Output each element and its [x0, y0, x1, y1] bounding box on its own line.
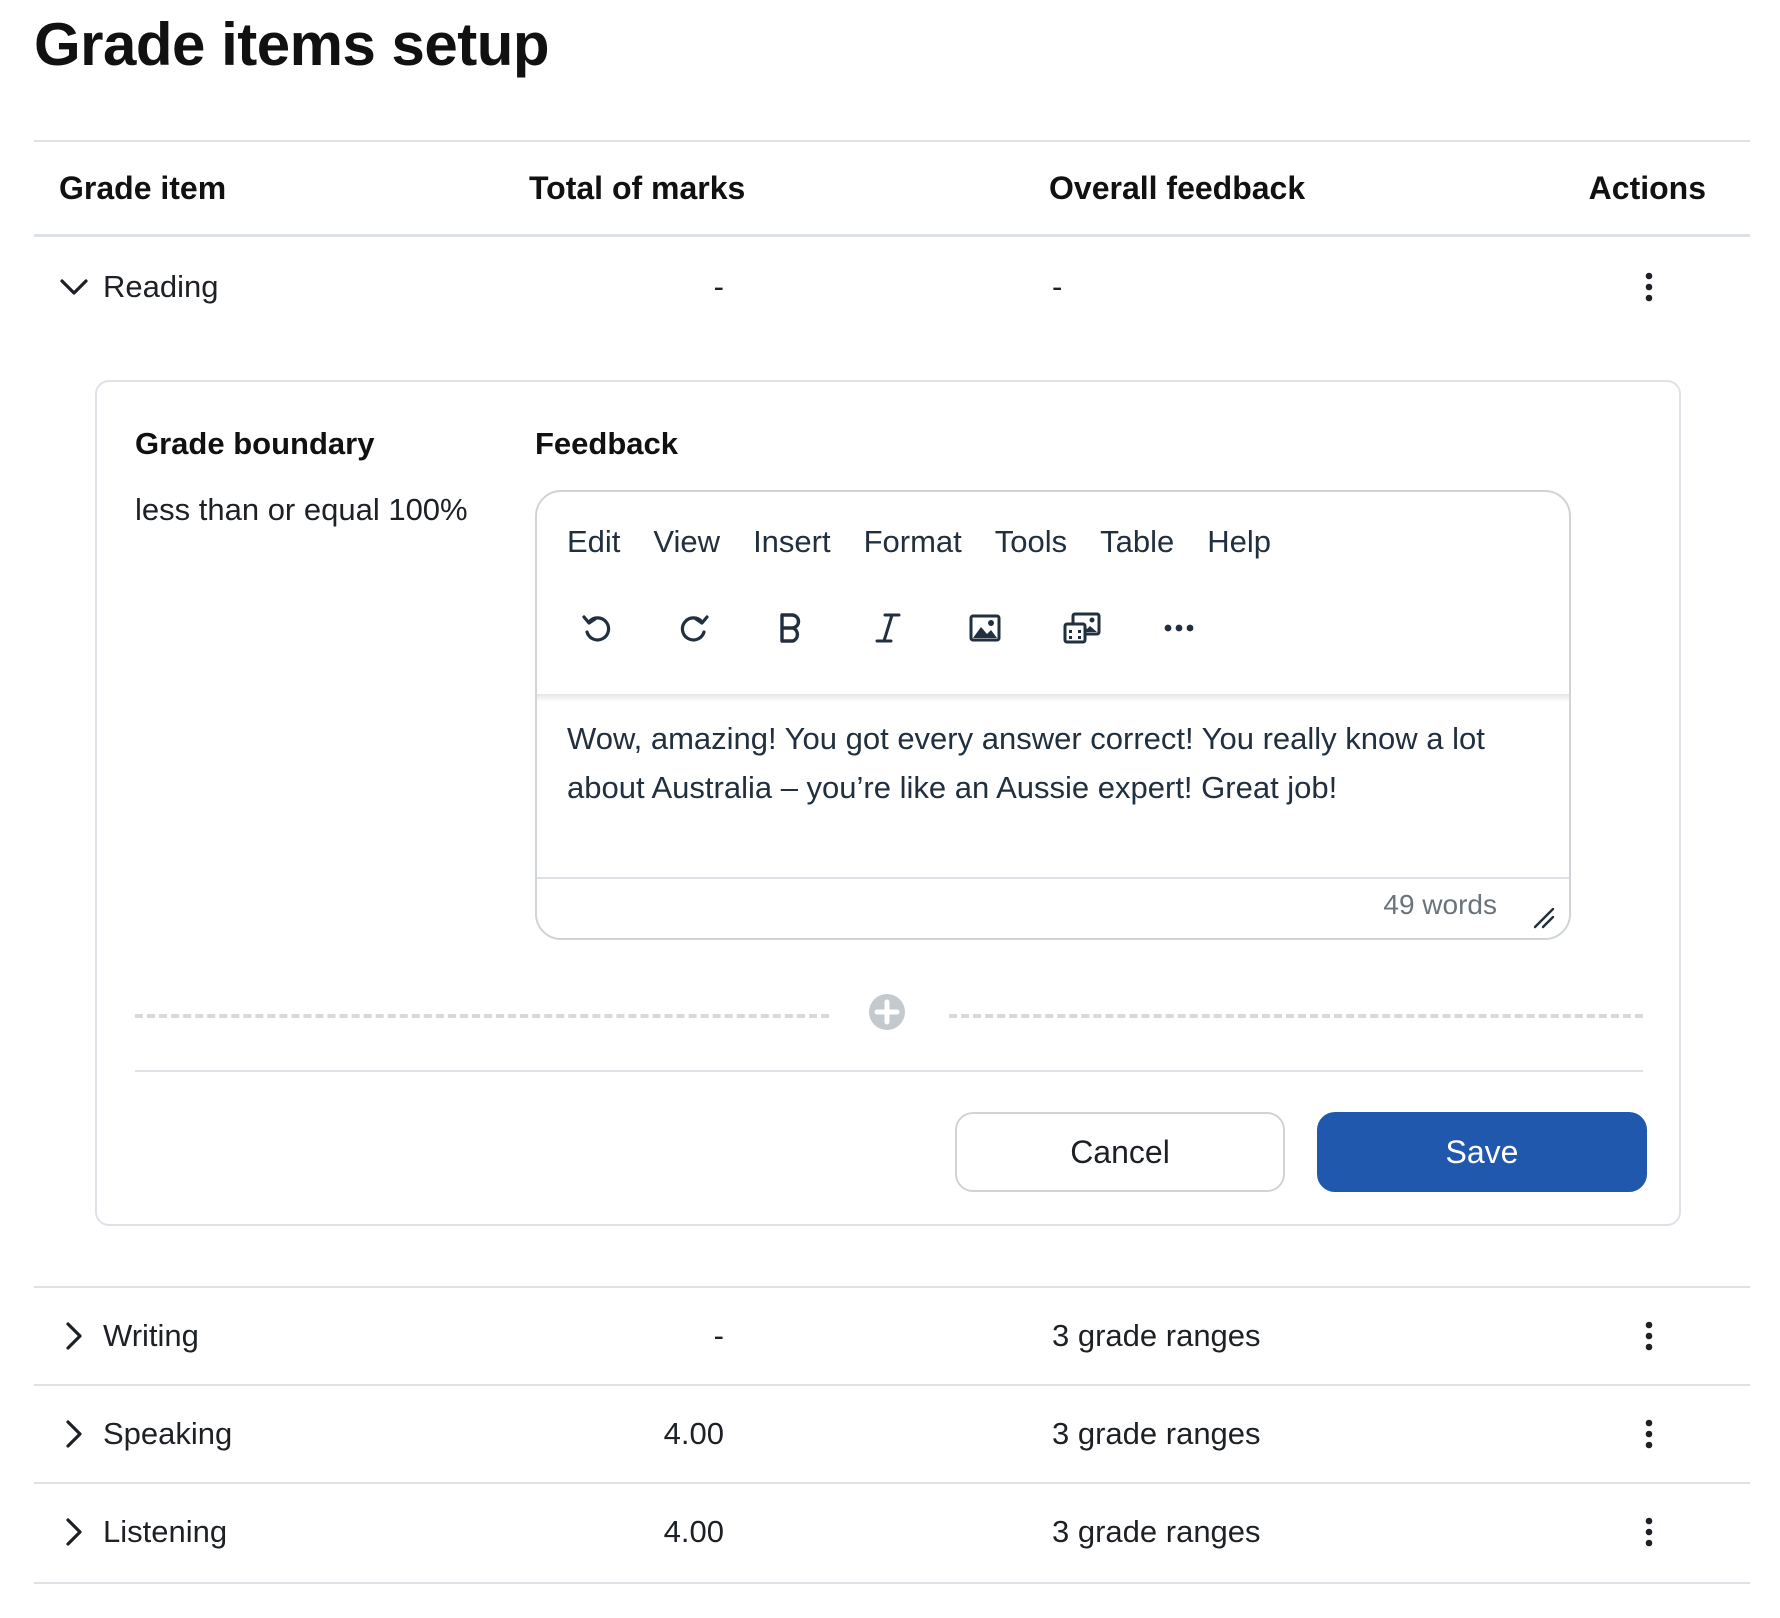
italic-icon: [875, 613, 901, 643]
column-header-overall-feedback: Overall feedback: [1049, 170, 1306, 206]
undo-button[interactable]: [567, 600, 627, 656]
resize-handle-icon[interactable]: [1531, 905, 1555, 929]
grade-items-setup-page: Grade items setup Grade item Total of ma…: [0, 0, 1780, 1618]
menu-format[interactable]: Format: [864, 524, 962, 560]
chevron-down-icon: [60, 279, 88, 295]
table-row-reading: Reading - -: [34, 236, 1750, 334]
toolbar-shadow: [537, 694, 1569, 702]
table-row-listening: Listening 4.00 3 grade ranges: [34, 1482, 1750, 1584]
menu-help[interactable]: Help: [1207, 524, 1271, 560]
column-header-grade-item: Grade item: [59, 170, 227, 206]
feedback-label: Feedback: [535, 426, 679, 461]
collapse-row-button[interactable]: [56, 269, 92, 305]
kebab-menu-icon: [1645, 1321, 1653, 1351]
redo-icon: [680, 615, 709, 642]
panel-footer-divider: [135, 1070, 1643, 1072]
grade-item-name: Listening: [103, 1514, 228, 1549]
actions-menu-button[interactable]: [1634, 1316, 1664, 1356]
menu-edit[interactable]: Edit: [567, 524, 620, 560]
column-header-actions: Actions: [1588, 170, 1706, 206]
page-title: Grade items setup: [34, 11, 550, 78]
overall-feedback-value: 3 grade ranges: [1052, 1514, 1261, 1549]
total-of-marks-value: 4.00: [663, 1416, 724, 1451]
undo-icon: [582, 615, 611, 642]
kebab-menu-icon: [1645, 1517, 1653, 1547]
overall-feedback-value: 3 grade ranges: [1052, 1318, 1261, 1353]
grade-item-name: Writing: [103, 1318, 199, 1353]
more-icon: [1164, 624, 1194, 632]
grade-item-name: Speaking: [103, 1416, 233, 1451]
menu-table[interactable]: Table: [1100, 524, 1174, 560]
more-tools-button[interactable]: [1149, 600, 1209, 656]
feedback-editor: Edit View Insert Format Tools Table Help: [535, 490, 1571, 940]
kebab-menu-icon: [1645, 1419, 1653, 1449]
total-of-marks-value: -: [713, 269, 724, 304]
table-row-speaking: Speaking 4.00 3 grade ranges: [34, 1384, 1750, 1484]
kebab-menu-icon: [1645, 272, 1653, 302]
editor-menubar: Edit View Insert Format Tools Table Help: [567, 524, 1304, 560]
grade-range-panel: Grade boundary less than or equal 100% F…: [95, 380, 1681, 1226]
media-icon: [1063, 612, 1101, 644]
grade-boundary-label: Grade boundary: [135, 426, 375, 461]
overall-feedback-value: 3 grade ranges: [1052, 1416, 1261, 1451]
table-top-divider: [34, 140, 1750, 142]
editor-statusbar: 49 words: [537, 877, 1569, 938]
expand-row-button[interactable]: [56, 1416, 92, 1452]
actions-menu-button[interactable]: [1634, 267, 1664, 307]
menu-tools[interactable]: Tools: [995, 524, 1067, 560]
grade-item-name: Reading: [103, 269, 219, 304]
chevron-right-icon: [66, 1420, 82, 1448]
actions-menu-button[interactable]: [1634, 1512, 1664, 1552]
feedback-text-area[interactable]: Wow, amazing! You got every answer corre…: [567, 714, 1527, 812]
expand-row-button[interactable]: [56, 1318, 92, 1354]
actions-menu-button[interactable]: [1634, 1414, 1664, 1454]
insert-image-button[interactable]: [955, 600, 1015, 656]
grade-boundary-value: less than or equal 100%: [135, 492, 468, 527]
add-grade-range-icon[interactable]: [867, 992, 907, 1032]
image-icon: [969, 614, 1001, 642]
bold-icon: [780, 613, 801, 643]
italic-button[interactable]: [858, 600, 918, 656]
table-row-writing: Writing - 3 grade ranges: [34, 1286, 1750, 1386]
range-divider-left: [135, 1014, 829, 1018]
overall-feedback-value: -: [1052, 269, 1063, 304]
chevron-right-icon: [66, 1322, 82, 1350]
menu-view[interactable]: View: [653, 524, 720, 560]
redo-button[interactable]: [664, 600, 724, 656]
menu-insert[interactable]: Insert: [753, 524, 831, 560]
bold-button[interactable]: [761, 600, 821, 656]
insert-media-button[interactable]: [1052, 600, 1112, 656]
editor-toolbar: [567, 600, 1246, 656]
column-header-total-of-marks: Total of marks: [529, 170, 746, 206]
range-divider-right: [949, 1014, 1643, 1018]
save-button[interactable]: Save: [1317, 1112, 1647, 1192]
total-of-marks-value: 4.00: [663, 1514, 724, 1549]
cancel-button[interactable]: Cancel: [955, 1112, 1285, 1192]
total-of-marks-value: -: [713, 1318, 724, 1353]
expand-row-button[interactable]: [56, 1514, 92, 1550]
chevron-right-icon: [66, 1518, 82, 1546]
word-count[interactable]: 49 words: [1383, 889, 1497, 921]
